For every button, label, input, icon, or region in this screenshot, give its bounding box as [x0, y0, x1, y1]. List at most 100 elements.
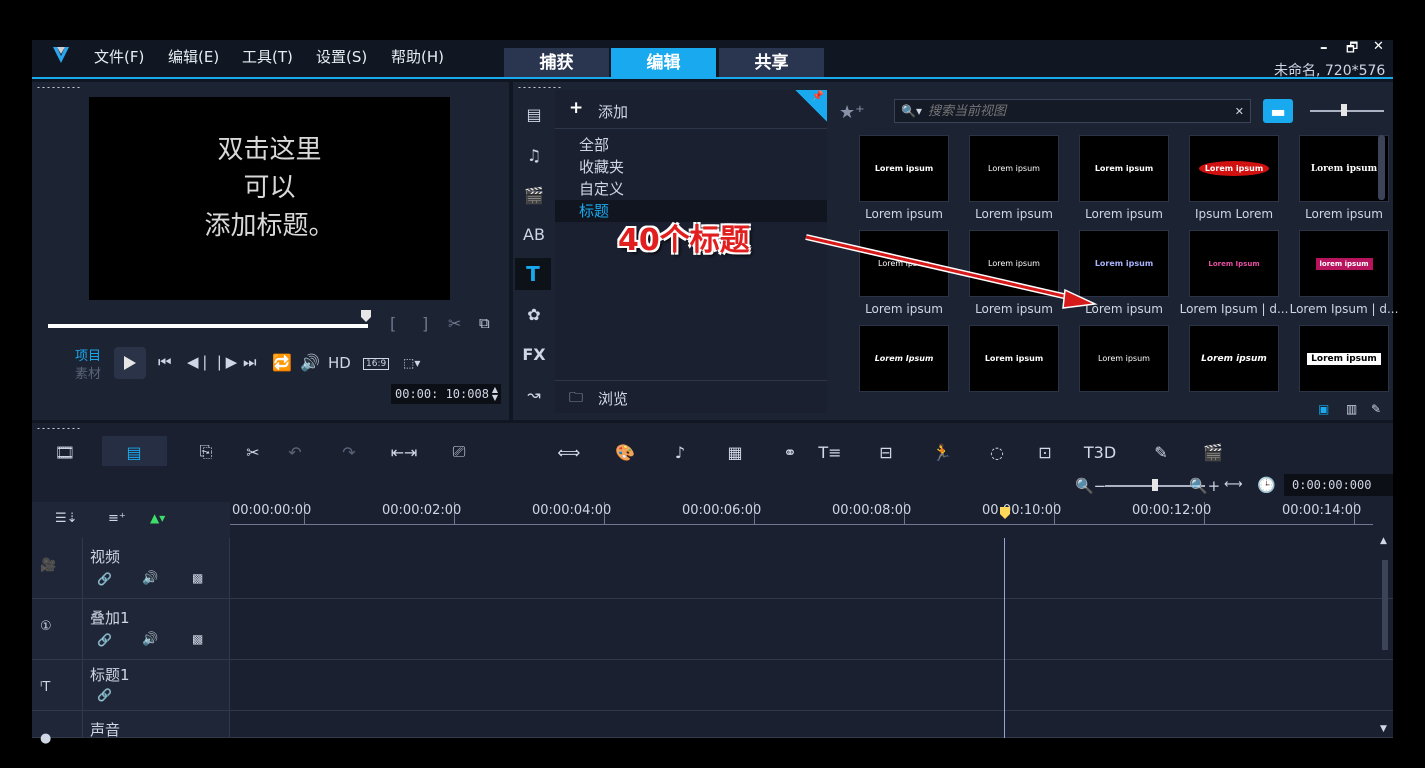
timecode-stepper-icon[interactable]: ▲ ▼	[492, 386, 501, 402]
end-icon[interactable]: ⏭	[243, 353, 257, 371]
scrubber-track[interactable]	[48, 324, 368, 328]
color-grade-icon[interactable]: 🎨	[610, 440, 640, 464]
layout-icon[interactable]: ▥	[1346, 402, 1357, 416]
path-icon[interactable]: ↝	[517, 380, 551, 408]
title-thumbnail[interactable]: Lorem ipsum	[1189, 135, 1279, 202]
timeline-view-icon[interactable]: ▤	[119, 440, 149, 464]
overlay-track-icon[interactable]: ①	[40, 619, 52, 634]
scrubber-handle[interactable]	[360, 308, 372, 322]
menu-help[interactable]: 帮助(H)	[391, 46, 444, 67]
pan-zoom-icon[interactable]: ⟺	[554, 440, 584, 464]
menu-file[interactable]: 文件(F)	[94, 46, 144, 67]
timecode-display[interactable]: 00:00: 10:008 ▲ ▼	[391, 384, 501, 404]
chapter-point-icon[interactable]: ▲▾	[150, 511, 165, 525]
search-box[interactable]: 🔍▾ ✕	[894, 99, 1251, 123]
track-name[interactable]: 视频	[90, 546, 120, 567]
redo-icon[interactable]: ↷	[334, 440, 364, 464]
library-view-icon[interactable]: ▣	[1318, 402, 1329, 416]
title-thumbnail[interactable]: lorem ipsum	[1299, 230, 1389, 297]
title-thumbnail[interactable]: Lorem ipsum	[969, 135, 1059, 202]
subtitle-icon[interactable]: T≡	[815, 440, 845, 464]
track-row[interactable]: ᴵT 标题1 🔗	[32, 660, 1393, 711]
view-mode-button[interactable]: ▬	[1263, 99, 1293, 123]
favorite-add-icon[interactable]: ★⁺	[839, 102, 865, 123]
add-track-icon[interactable]: ≡⁺	[108, 511, 126, 526]
add-button[interactable]: 添加	[598, 101, 628, 122]
track-name[interactable]: 声音	[90, 719, 120, 740]
title-thumbnail[interactable]: Lorem ipsum	[1189, 325, 1279, 392]
category-item[interactable]: 自定义	[555, 178, 827, 200]
title-track-icon[interactable]: ᴵT	[40, 680, 50, 695]
link-icon[interactable]: 🔗	[97, 572, 112, 586]
playhead-line[interactable]	[1004, 538, 1005, 738]
undo-icon[interactable]: ↶	[280, 440, 310, 464]
clock-icon[interactable]: 🕒	[1257, 476, 1276, 494]
motion-icon[interactable]: 🏃	[927, 440, 957, 464]
close-button[interactable]: ✕	[1373, 39, 1384, 54]
title-thumbnail[interactable]: Lorem ipsum	[1079, 325, 1169, 392]
menu-edit[interactable]: 编辑(E)	[168, 46, 219, 67]
grid-icon[interactable]: ▩	[192, 571, 203, 585]
track-scrollbar[interactable]	[1382, 560, 1388, 650]
split-screen-icon[interactable]: ⊟	[871, 440, 901, 464]
import-icon[interactable]: ⎘	[191, 440, 221, 464]
browse-button[interactable]: 浏览	[598, 388, 628, 409]
category-item[interactable]: 全部	[555, 134, 827, 156]
link-icon[interactable]: 🔗	[97, 688, 112, 702]
title-thumbnail[interactable]: Lorem ipsum	[1079, 135, 1169, 202]
scroll-up-icon[interactable]: ▲	[1380, 536, 1387, 546]
thumb-size-handle[interactable]	[1341, 104, 1347, 116]
tab-share[interactable]: 共享	[719, 48, 824, 78]
menu-settings[interactable]: 设置(S)	[316, 46, 367, 67]
title-thumbnail[interactable]: Lorem ipsum	[859, 135, 949, 202]
track-row[interactable]: ● 声音	[32, 711, 1393, 746]
preview-screen[interactable]: 双击这里 可以 添加标题。	[89, 97, 450, 300]
fx-icon[interactable]: FX	[517, 340, 551, 368]
storyboard-view-icon[interactable]: 🎞	[50, 440, 80, 464]
category-item[interactable]: 收藏夹	[555, 156, 827, 178]
panel-grip[interactable]	[36, 86, 82, 89]
instant-project-icon[interactable]: 🎬	[517, 181, 551, 209]
volume-icon[interactable]: 🔊	[300, 353, 320, 372]
panel-grip[interactable]	[517, 86, 563, 89]
thumb-size-slider[interactable]	[1310, 110, 1384, 112]
track-row[interactable]: ① 叠加1 🔗 🔊 ▩	[32, 599, 1393, 660]
search-input[interactable]	[927, 103, 1218, 119]
pin-button[interactable]: 📌	[795, 90, 827, 122]
scroll-down-icon[interactable]: ▼	[1380, 724, 1387, 734]
minimize-button[interactable]: –	[1320, 38, 1328, 56]
panel-grip[interactable]	[36, 427, 82, 430]
graphics-icon[interactable]: ✿	[517, 300, 551, 328]
title-thumbnail[interactable]: Lorem ipsum	[969, 325, 1059, 392]
media-icon[interactable]: ▤	[517, 100, 551, 128]
mark-out-icon[interactable]: ]	[422, 314, 428, 333]
title-thumbnail[interactable]: Lorem ipsum	[1299, 325, 1389, 392]
fit-timeline-icon[interactable]: ⟷	[1224, 477, 1243, 492]
menu-tools[interactable]: 工具(T)	[242, 46, 293, 67]
home-icon[interactable]: ⏮	[158, 353, 172, 371]
tab-capture[interactable]: 捕获	[504, 48, 609, 78]
playhead-marker-icon[interactable]	[999, 506, 1011, 520]
track-row[interactable]: 🎥 视频 🔗 🔊 ▩	[32, 538, 1393, 599]
record-screen-icon[interactable]: ⎚	[444, 440, 474, 464]
enlarge-icon[interactable]: ⧉	[479, 314, 490, 332]
voice-track-icon[interactable]: ●	[40, 731, 51, 746]
zoom-slider-handle[interactable]	[1152, 479, 1158, 491]
audio-wave-icon[interactable]: ♪	[665, 440, 695, 464]
scissors-icon[interactable]: ✂	[448, 314, 461, 333]
video-track-icon[interactable]: 🎥	[40, 558, 56, 573]
painting-icon[interactable]: ✎	[1146, 440, 1176, 464]
timeline-timecode[interactable]: 0:00:00:000	[1284, 474, 1393, 496]
transition-icon[interactable]: AB	[517, 220, 551, 248]
title-3d-icon[interactable]: T3D	[1084, 440, 1116, 464]
multicam-icon[interactable]: ▦	[720, 440, 750, 464]
crop-tool-icon[interactable]: ⊡	[1030, 440, 1060, 464]
zoom-in-icon[interactable]: 🔍+	[1189, 477, 1220, 495]
mark-in-icon[interactable]: [	[390, 314, 396, 333]
title-icon[interactable]: T	[515, 258, 551, 290]
fit-icon[interactable]: ⇤⇥	[389, 440, 419, 464]
aspect-ratio-button[interactable]: 16:9	[363, 358, 390, 370]
link-icon[interactable]: 🔗	[97, 633, 112, 647]
mute-icon[interactable]: 🔊	[142, 571, 158, 586]
video-edit-icon[interactable]: 🎬	[1198, 440, 1228, 464]
